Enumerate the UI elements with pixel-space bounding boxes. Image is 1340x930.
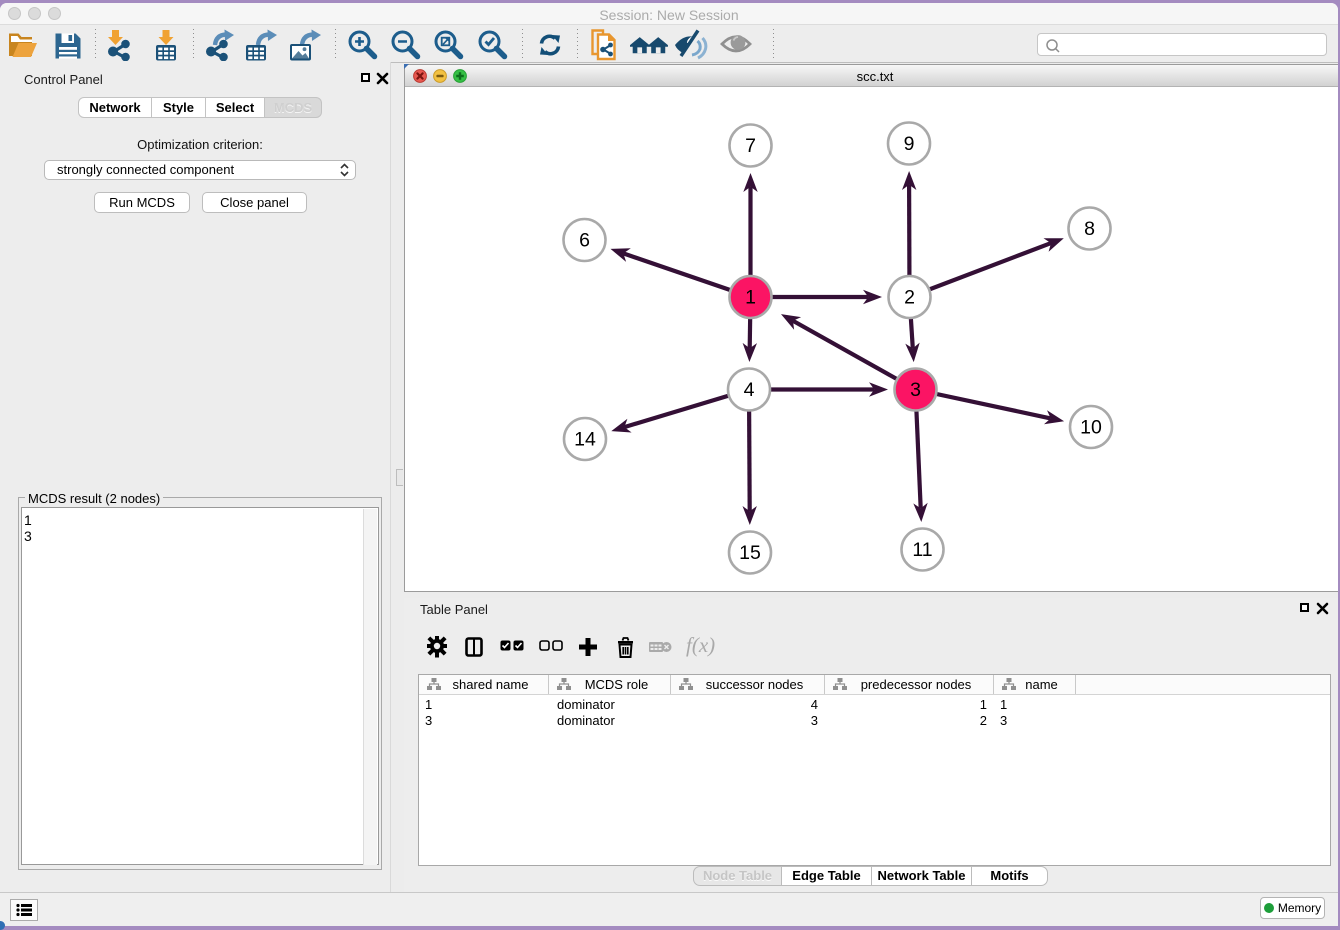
svg-text:1: 1 xyxy=(745,287,756,309)
svg-text:6: 6 xyxy=(579,230,590,252)
svg-text:9: 9 xyxy=(904,133,915,155)
svg-text:4: 4 xyxy=(744,379,755,401)
svg-text:8: 8 xyxy=(1084,218,1095,240)
svg-text:3: 3 xyxy=(910,379,921,401)
svg-text:14: 14 xyxy=(574,429,596,451)
svg-text:2: 2 xyxy=(904,287,915,309)
svg-text:15: 15 xyxy=(739,542,761,564)
svg-text:11: 11 xyxy=(912,539,932,561)
svg-text:7: 7 xyxy=(745,135,756,157)
svg-text:10: 10 xyxy=(1080,417,1102,439)
